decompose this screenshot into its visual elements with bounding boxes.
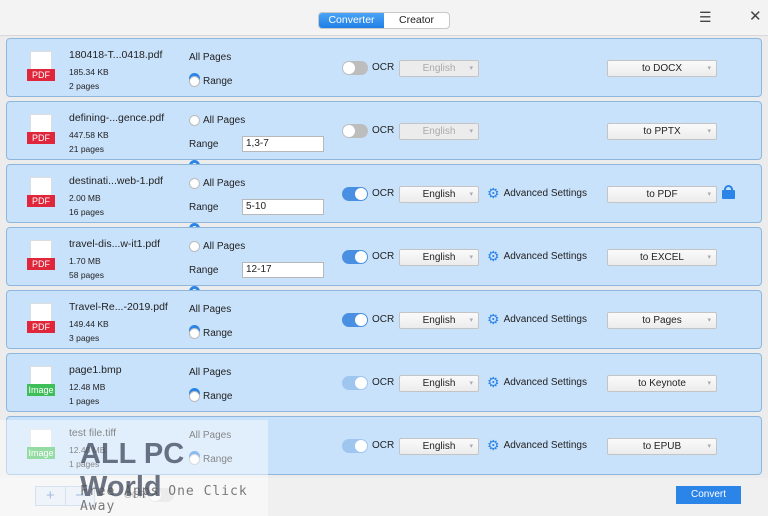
language-dropdown[interactable]: English ▾ — [399, 249, 479, 266]
ocr-label: OCR — [372, 62, 395, 73]
ocr-label: OCR — [372, 440, 395, 451]
file-name: page1.bmp — [69, 364, 122, 376]
gear-icon: ⚙ — [487, 437, 500, 453]
file-name: 180418-T...0418.pdf — [69, 49, 163, 61]
ocr-toggle[interactable] — [342, 124, 368, 138]
lock-icon[interactable] — [722, 185, 735, 199]
file-size: 2.00 MB — [69, 193, 101, 203]
gear-icon: ⚙ — [487, 248, 500, 264]
ocr-toggle[interactable] — [342, 439, 368, 453]
file-name: travel-dis...w-it1.pdf — [69, 238, 161, 250]
file-size: 12.48 MB — [69, 382, 106, 392]
pdf-file-icon: PDF — [27, 240, 55, 274]
range-radio[interactable]: Range — [189, 139, 218, 171]
all-pages-radio[interactable]: All Pages — [189, 367, 231, 399]
advanced-settings-button[interactable]: ⚙ Advanced Settings — [487, 248, 587, 264]
all-pages-radio[interactable]: All Pages — [189, 178, 245, 189]
range-radio[interactable]: Range — [189, 328, 232, 339]
range-radio[interactable]: Range — [189, 391, 232, 402]
ocr-toggle[interactable] — [342, 187, 368, 201]
ocr-toggle[interactable] — [342, 61, 368, 75]
ocr-label: OCR — [372, 125, 395, 136]
gear-icon: ⚙ — [487, 374, 500, 390]
file-page-count: 1 pages — [69, 396, 100, 406]
output-format-dropdown[interactable]: to PPTX ▾ — [607, 123, 717, 140]
file-name: Travel-Re...-2019.pdf — [69, 301, 168, 313]
range-input[interactable]: 1,3-7 — [242, 136, 324, 152]
language-dropdown[interactable]: English ▾ — [399, 60, 479, 77]
language-dropdown[interactable]: English ▾ — [399, 123, 479, 140]
mode-switch: Converter Creator — [318, 12, 450, 29]
ocr-label: OCR — [372, 188, 395, 199]
gear-icon: ⚙ — [487, 311, 500, 327]
pdf-file-icon: PDF — [27, 177, 55, 211]
file-row: Image page1.bmp 12.48 MB 1 pages All Pag… — [6, 353, 762, 412]
file-page-count: 16 pages — [69, 207, 104, 217]
file-list: PDF 180418-T...0418.pdf 185.34 KB 2 page… — [6, 38, 762, 479]
output-format-dropdown[interactable]: to DOCX ▾ — [607, 60, 717, 77]
tab-creator[interactable]: Creator — [384, 13, 449, 28]
file-page-count: 58 pages — [69, 270, 104, 280]
close-icon[interactable]: ✕ — [749, 7, 762, 25]
file-name: destinati...web-1.pdf — [69, 175, 163, 187]
range-radio[interactable]: Range — [189, 265, 218, 297]
ocr-toggle[interactable] — [342, 313, 368, 327]
language-dropdown[interactable]: English ▾ — [399, 375, 479, 392]
file-row: PDF travel-dis...w-it1.pdf 1.70 MB 58 pa… — [6, 227, 762, 297]
hamburger-icon[interactable]: ☰ — [699, 9, 712, 26]
file-name: defining-...gence.pdf — [69, 112, 165, 124]
range-radio[interactable]: Range — [189, 76, 232, 87]
language-dropdown[interactable]: English ▾ — [399, 312, 479, 329]
file-row: PDF 180418-T...0418.pdf 185.34 KB 2 page… — [6, 38, 762, 97]
file-page-count: 2 pages — [69, 81, 100, 91]
file-row: PDF Travel-Re...-2019.pdf 149.44 KB 3 pa… — [6, 290, 762, 349]
all-pages-radio[interactable]: All Pages — [189, 115, 245, 126]
watermark-subtitle: Free Apps One Click Away — [80, 484, 248, 514]
ocr-label: OCR — [372, 314, 395, 325]
pdf-file-icon: PDF — [27, 303, 55, 337]
ocr-label: OCR — [372, 377, 395, 388]
file-size: 447.58 KB — [69, 130, 109, 140]
output-format-dropdown[interactable]: to EPUB ▾ — [607, 438, 717, 455]
language-dropdown[interactable]: English ▾ — [399, 438, 479, 455]
ocr-label: OCR — [372, 251, 395, 262]
advanced-settings-button[interactable]: ⚙ Advanced Settings — [487, 185, 587, 201]
output-format-dropdown[interactable]: to PDF ▾ — [607, 186, 717, 203]
output-format-dropdown[interactable]: to EXCEL ▾ — [607, 249, 717, 266]
file-row: PDF destinati...web-1.pdf 2.00 MB 16 pag… — [6, 164, 762, 234]
advanced-settings-button[interactable]: ⚙ Advanced Settings — [487, 374, 587, 390]
title-bar: Converter Creator ☰ ✕ — [0, 0, 768, 36]
ocr-toggle[interactable] — [342, 376, 368, 390]
pdf-file-icon: PDF — [27, 114, 55, 148]
file-page-count: 21 pages — [69, 144, 104, 154]
language-dropdown[interactable]: English ▾ — [399, 186, 479, 203]
range-radio[interactable]: Range — [189, 202, 218, 234]
file-page-count: 3 pages — [69, 333, 100, 343]
all-pages-radio[interactable]: All Pages — [189, 304, 231, 336]
range-input[interactable]: 12-17 — [242, 262, 324, 278]
tab-converter[interactable]: Converter — [319, 13, 384, 28]
file-row: PDF defining-...gence.pdf 447.58 KB 21 p… — [6, 101, 762, 171]
range-input[interactable]: 5-10 — [242, 199, 324, 215]
ocr-toggle[interactable] — [342, 250, 368, 264]
all-pages-radio[interactable]: All Pages — [189, 241, 245, 252]
file-size: 185.34 KB — [69, 67, 109, 77]
pdf-file-icon: PDF — [27, 51, 55, 85]
gear-icon: ⚙ — [487, 185, 500, 201]
advanced-settings-button[interactable]: ⚙ Advanced Settings — [487, 311, 587, 327]
output-format-dropdown[interactable]: to Keynote ▾ — [607, 375, 717, 392]
convert-button[interactable]: Convert — [676, 486, 741, 504]
file-size: 149.44 KB — [69, 319, 109, 329]
image-file-icon: Image — [27, 366, 55, 400]
advanced-settings-button[interactable]: ⚙ Advanced Settings — [487, 437, 587, 453]
file-size: 1.70 MB — [69, 256, 101, 266]
output-format-dropdown[interactable]: to Pages ▾ — [607, 312, 717, 329]
all-pages-radio[interactable]: All Pages — [189, 52, 231, 84]
watermark: ALL PC World Free Apps One Click Away — [0, 420, 268, 516]
